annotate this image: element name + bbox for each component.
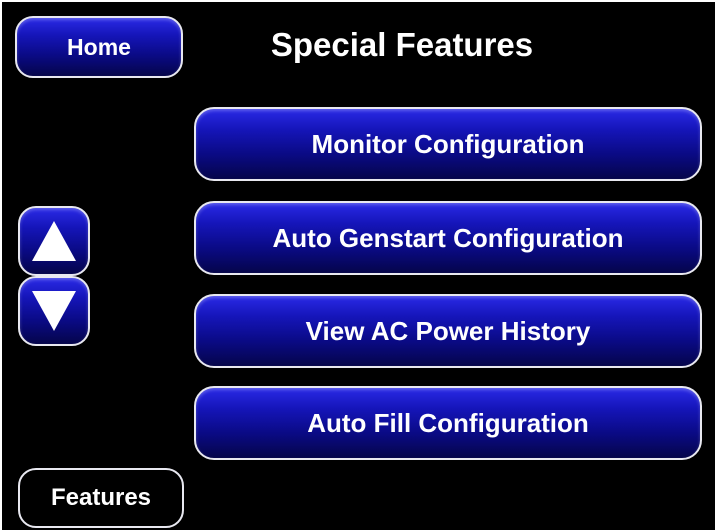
features-button[interactable]: Features <box>18 468 184 528</box>
monitor-configuration-button[interactable]: Monitor Configuration <box>194 107 702 181</box>
auto-fill-configuration-button[interactable]: Auto Fill Configuration <box>194 386 702 460</box>
scroll-up-button[interactable] <box>18 206 90 276</box>
page-title: Special Features <box>270 26 534 63</box>
scroll-down-button[interactable] <box>18 276 90 346</box>
auto-genstart-configuration-button[interactable]: Auto Genstart Configuration <box>194 201 702 275</box>
special-features-screen: Home Special Features Monitor Configurat… <box>2 2 715 530</box>
triangle-down-icon <box>32 291 76 331</box>
triangle-up-icon <box>32 221 76 261</box>
view-ac-power-history-button[interactable]: View AC Power History <box>194 294 702 368</box>
home-button[interactable]: Home <box>15 16 183 78</box>
